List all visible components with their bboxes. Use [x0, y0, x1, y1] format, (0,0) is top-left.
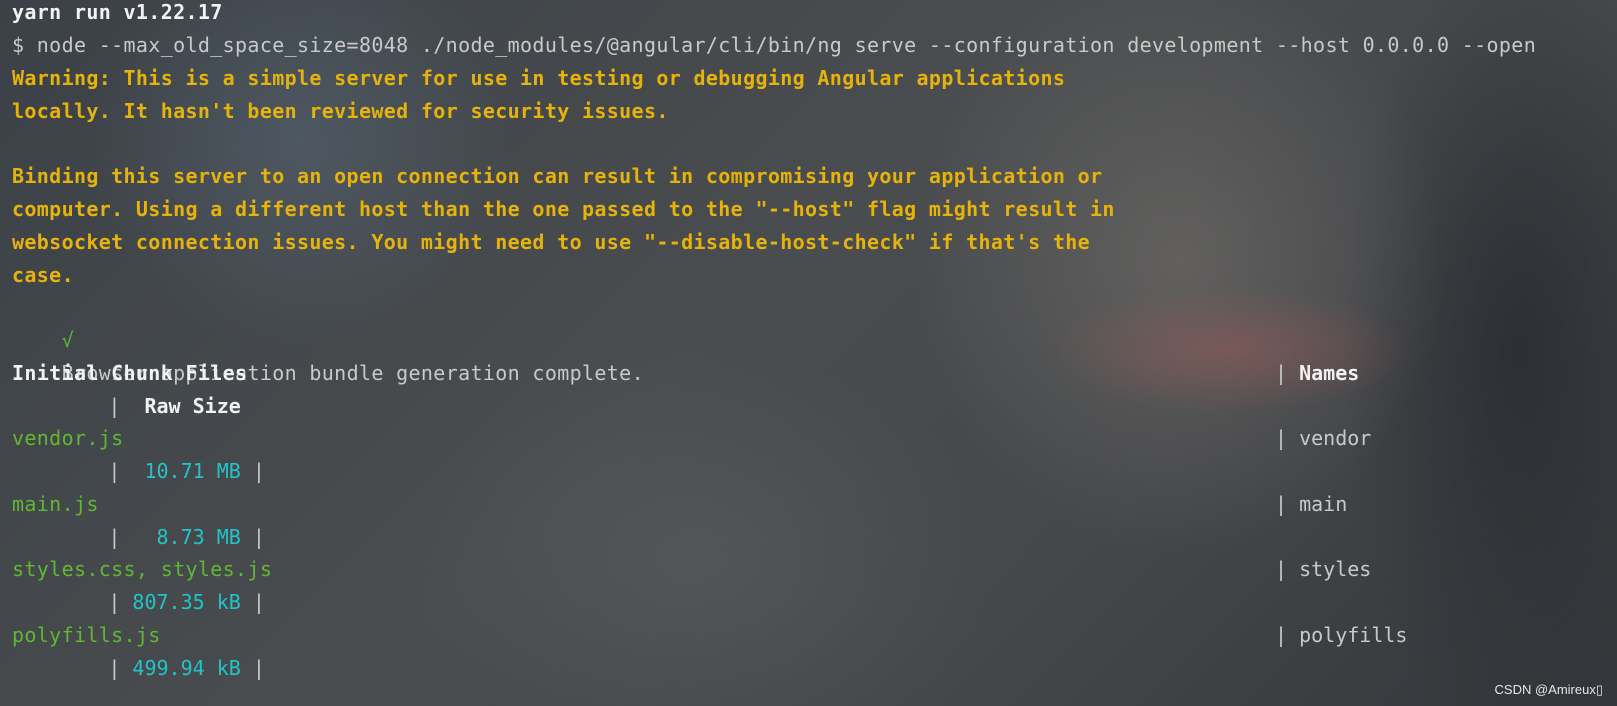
terminal-output[interactable]: yarn run v1.22.17 $ node --max_old_space… [0, 0, 1617, 706]
warning-line: Binding this server to an open connectio… [12, 164, 1103, 188]
table-row-file: vendor.js [12, 426, 124, 450]
yarn-header-line: yarn run v1.22.17 [12, 0, 223, 24]
success-line: √ Browser application bundle generation … [12, 291, 644, 385]
warning-line: websocket connection issues. You might n… [12, 230, 1091, 254]
table-row-name: styles [1299, 557, 1372, 581]
table-row-size-cell: | 8.73 MB | [12, 525, 265, 549]
table-row-file: polyfills.js [12, 623, 161, 647]
table-row-name-cell: | styles [1275, 557, 1372, 581]
table-row-size-cell: | 499.94 kB | [12, 656, 265, 680]
table-header-size: Raw Size [144, 394, 241, 418]
table-row-name: main [1299, 492, 1348, 516]
table-row-size: 499.94 kB [132, 656, 241, 680]
warning-line: Warning: This is a simple server for use… [12, 66, 1066, 90]
warning-line: case. [12, 263, 74, 287]
table-row-name-cell: | vendor [1275, 426, 1372, 450]
table-header-names: Names [1299, 361, 1360, 385]
table-row-name: polyfills [1299, 623, 1408, 647]
table-header-names-cell: | Names [1275, 361, 1360, 385]
checkmark-icon: √ [61, 328, 74, 352]
table-row-name-cell: | polyfills [1275, 623, 1408, 647]
table-header-size-cell: | Raw Size [12, 394, 241, 418]
table-row-size: 8.73 MB [156, 525, 241, 549]
command-line: $ node --max_old_space_size=8048 ./node_… [12, 33, 1537, 57]
table-row-size: 10.71 MB [144, 459, 241, 483]
table-row-name-cell: | main [1275, 492, 1348, 516]
table-row-size-cell: | 10.71 MB | [12, 459, 265, 483]
table-row-size: 807.35 kB [132, 590, 241, 614]
watermark: CSDN @Amireux▯ [1494, 682, 1603, 697]
table-header-files: Initial Chunk Files [12, 361, 248, 385]
table-row-size-cell: | 807.35 kB | [12, 590, 265, 614]
table-row-file: main.js [12, 492, 99, 516]
warning-line: computer. Using a different host than th… [12, 197, 1115, 221]
table-row-name: vendor [1299, 426, 1372, 450]
table-row-file: styles.css, styles.js [12, 557, 273, 581]
warning-line: locally. It hasn't been reviewed for sec… [12, 99, 669, 123]
